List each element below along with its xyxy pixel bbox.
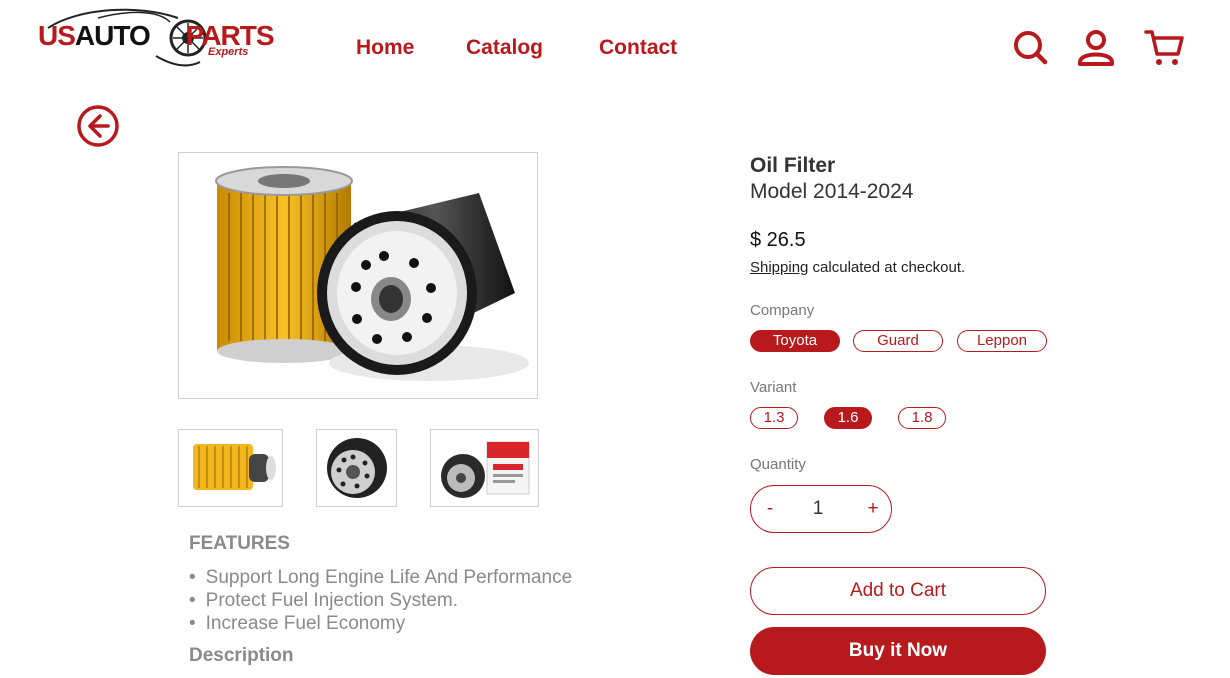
nav-catalog[interactable]: Catalog	[466, 36, 543, 60]
company-option-leppon[interactable]: Leppon	[957, 330, 1047, 352]
product-model: Model 2014-2024	[750, 180, 914, 203]
quantity-increase-button[interactable]: +	[865, 498, 881, 520]
product-thumbnail-1[interactable]	[178, 429, 283, 507]
cart-icon[interactable]	[1144, 26, 1184, 70]
buy-now-button[interactable]: Buy it Now	[750, 627, 1046, 675]
product-title: Oil Filter	[750, 154, 836, 177]
product-thumbnail-3[interactable]	[430, 429, 539, 507]
variant-label: Variant	[750, 379, 797, 396]
product-price: $ 26.5	[750, 229, 806, 251]
user-icon[interactable]	[1076, 26, 1116, 70]
features-heading: FEATURES	[189, 533, 290, 554]
company-option-toyota[interactable]: Toyota	[750, 330, 840, 352]
search-icon[interactable]	[1010, 26, 1050, 70]
variant-option-1-3[interactable]: 1.3	[750, 407, 798, 429]
quantity-value[interactable]: 1	[803, 498, 833, 520]
nav-home[interactable]: Home	[356, 36, 414, 60]
variant-option-1-6[interactable]: 1.6	[824, 407, 872, 429]
feature-item: Support Long Engine Life And Performance	[189, 566, 573, 589]
company-label: Company	[750, 302, 815, 319]
shipping-note: Shipping calculated at checkout.	[750, 259, 965, 276]
shipping-link[interactable]: Shipping	[750, 259, 808, 276]
product-main-image	[178, 152, 538, 399]
shipping-note-text: calculated at checkout.	[808, 259, 966, 276]
quantity-decrease-button[interactable]: -	[763, 498, 777, 520]
add-to-cart-button[interactable]: Add to Cart	[750, 567, 1046, 615]
feature-item: Increase Fuel Economy	[189, 612, 572, 635]
description-heading: Description	[189, 645, 294, 666]
features-list: Support Long Engine Life And Performance…	[189, 566, 573, 635]
nav-contact[interactable]: Contact	[599, 36, 677, 60]
company-option-guard[interactable]: Guard	[853, 330, 943, 352]
back-arrow-icon[interactable]	[76, 104, 120, 148]
quantity-label: Quantity	[750, 456, 806, 473]
quantity-stepper: - 1 +	[750, 485, 892, 533]
logo-subtitle: Experts	[208, 46, 249, 58]
variant-option-1-8[interactable]: 1.8	[898, 407, 946, 429]
feature-item: Protect Fuel Injection System.	[189, 589, 572, 612]
product-thumbnail-2[interactable]	[316, 429, 397, 507]
site-logo[interactable]: USAUTO PARTS Experts	[38, 4, 275, 72]
